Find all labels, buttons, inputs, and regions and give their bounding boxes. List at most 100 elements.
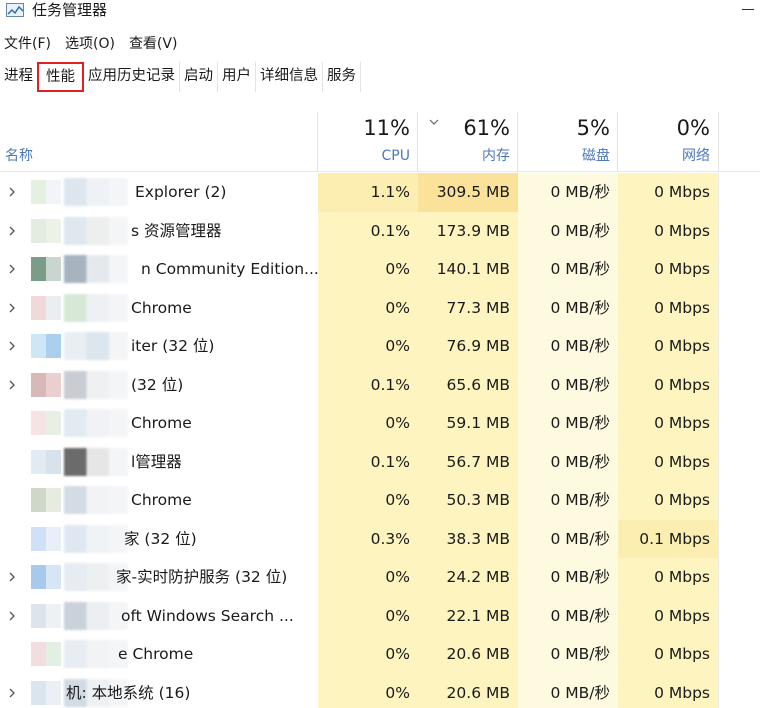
- process-row[interactable]: oft Windows Search ... 0% 22.1 MB 0 MB/秒 0 M…: [0, 596, 760, 635]
- disk-cell: 0 MB/秒: [518, 211, 618, 250]
- process-row[interactable]: 家 (32 位) 0.3% 38.3 MB 0 MB/秒 0.1 Mbps: [0, 519, 760, 558]
- process-row[interactable]: 机: 本地系统 (16) 0% 20.6 MB 0 MB/秒 0 Mbps: [0, 673, 760, 708]
- column-disk-header[interactable]: 磁盘: [518, 146, 610, 166]
- disk-cell: 0 MB/秒: [518, 519, 618, 558]
- memory-cell: 59.1 MB: [418, 404, 518, 443]
- disk-cell: 0 MB/秒: [518, 673, 618, 708]
- chevron-right-icon[interactable]: [7, 224, 17, 238]
- memory-cell: 20.6 MB: [418, 635, 518, 674]
- redacted-name-mosaic: [64, 601, 128, 630]
- column-divider: [718, 173, 719, 212]
- disk-cell: 0 MB/秒: [518, 250, 618, 289]
- cpu-cell: 1.1%: [318, 173, 418, 212]
- process-name: 机: 本地系统 (16): [66, 683, 191, 702]
- menu-view[interactable]: 查看(V): [125, 33, 182, 55]
- chevron-right-icon[interactable]: [7, 339, 17, 353]
- process-icon: [31, 411, 61, 435]
- process-name: Chrome: [131, 414, 192, 432]
- memory-cell: 50.3 MB: [418, 481, 518, 520]
- process-name: iter (32 位): [131, 337, 215, 355]
- cpu-total-percent: 11%: [363, 116, 410, 140]
- redacted-name-mosaic: [64, 332, 128, 360]
- chevron-right-icon[interactable]: [7, 686, 17, 700]
- chevron-right-icon[interactable]: [7, 301, 17, 315]
- memory-cell: 77.3 MB: [418, 288, 518, 327]
- redacted-name-mosaic: [64, 255, 128, 283]
- window-title: 任务管理器: [32, 1, 108, 19]
- process-name: Chrome: [131, 298, 192, 317]
- process-row[interactable]: Chrome 0% 50.3 MB 0 MB/秒 0 Mbps: [0, 481, 760, 520]
- minimize-button[interactable]: [732, 0, 760, 20]
- network-cell: 0 Mbps: [618, 673, 718, 708]
- chevron-right-icon[interactable]: [7, 185, 17, 199]
- column-divider: [718, 250, 719, 289]
- process-name: oft Windows Search ...: [121, 606, 294, 625]
- process-row[interactable]: 家-实时防护服务 (32 位) 0% 24.2 MB 0 MB/秒 0 Mbps: [0, 558, 760, 597]
- tab-processes[interactable]: 进程: [0, 62, 37, 92]
- process-name: Explorer (2): [135, 183, 227, 201]
- tab-performance[interactable]: 性能: [37, 62, 84, 92]
- network-total-percent: 0%: [676, 116, 710, 140]
- memory-total-percent: 61%: [463, 116, 510, 140]
- menu-file[interactable]: 文件(F): [0, 33, 55, 55]
- cpu-cell: 0.1%: [318, 442, 418, 481]
- process-icon: [31, 449, 61, 474]
- process-row[interactable]: iter (32 位) 0% 76.9 MB 0 MB/秒 0 Mbps: [0, 327, 760, 366]
- tab-users[interactable]: 用户: [218, 62, 256, 92]
- disk-cell: 0 MB/秒: [518, 365, 618, 404]
- column-cpu-header[interactable]: CPU: [318, 146, 410, 166]
- column-network-header[interactable]: 网络: [618, 146, 710, 166]
- column-divider: [718, 365, 719, 404]
- process-row[interactable]: l管理器 0.1% 56.7 MB 0 MB/秒 0 Mbps: [0, 442, 760, 481]
- tab-details[interactable]: 详细信息: [256, 62, 323, 92]
- memory-cell: 173.9 MB: [418, 211, 518, 250]
- process-icon: [31, 565, 61, 589]
- process-name: l管理器: [131, 452, 182, 471]
- chevron-right-icon[interactable]: [7, 378, 17, 392]
- process-icon: [31, 603, 61, 628]
- menu-options[interactable]: 选项(O): [61, 33, 119, 55]
- redacted-name-mosaic: [64, 293, 128, 322]
- process-row[interactable]: e Chrome 0% 20.6 MB 0 MB/秒 0 Mbps: [0, 635, 760, 674]
- process-row[interactable]: n Community Edition... 0% 140.1 MB 0 MB/秒 0 …: [0, 250, 760, 289]
- cpu-cell: 0%: [318, 673, 418, 708]
- process-icon: [31, 295, 61, 320]
- process-list: Explorer (2) 1.1% 309.5 MB 0 MB/秒 0 Mbps s 资源…: [0, 173, 760, 708]
- column-name-header[interactable]: 名称: [5, 146, 33, 166]
- tab-app-history[interactable]: 应用历史记录: [84, 62, 180, 92]
- redacted-name-mosaic: [64, 370, 128, 399]
- network-cell: 0 Mbps: [618, 635, 718, 674]
- chevron-right-icon[interactable]: [7, 609, 17, 623]
- process-row[interactable]: Chrome 0% 77.3 MB 0 MB/秒 0 Mbps: [0, 288, 760, 327]
- process-row[interactable]: s 资源管理器 0.1% 173.9 MB 0 MB/秒 0 Mbps: [0, 211, 760, 250]
- cpu-cell: 0.1%: [318, 211, 418, 250]
- column-divider[interactable]: [718, 112, 719, 172]
- network-cell: 0 Mbps: [618, 173, 718, 212]
- memory-cell: 56.7 MB: [418, 442, 518, 481]
- process-name: (32 位): [131, 375, 184, 394]
- disk-cell: 0 MB/秒: [518, 596, 618, 635]
- process-row[interactable]: Chrome 0% 59.1 MB 0 MB/秒 0 Mbps: [0, 404, 760, 443]
- task-manager-app-icon: [6, 3, 24, 17]
- tab-services[interactable]: 服务: [323, 62, 361, 92]
- disk-cell: 0 MB/秒: [518, 173, 618, 212]
- chevron-right-icon[interactable]: [7, 570, 17, 584]
- memory-cell: 76.9 MB: [418, 327, 518, 366]
- network-cell: 0 Mbps: [618, 404, 718, 443]
- title-bar: 任务管理器: [0, 0, 760, 30]
- tab-startup[interactable]: 启动: [180, 62, 218, 92]
- column-divider: [718, 519, 719, 558]
- process-row[interactable]: (32 位) 0.1% 65.6 MB 0 MB/秒 0 Mbps: [0, 365, 760, 404]
- tab-bar: 进程 性能 应用历史记录 启动 用户 详细信息 服务: [0, 62, 760, 92]
- chevron-right-icon[interactable]: [7, 262, 17, 276]
- network-cell: 0 Mbps: [618, 288, 718, 327]
- column-divider: [718, 327, 719, 366]
- column-memory-header[interactable]: 内存: [418, 146, 510, 166]
- column-divider: [718, 596, 719, 635]
- process-row[interactable]: Explorer (2) 1.1% 309.5 MB 0 MB/秒 0 Mbps: [0, 173, 760, 212]
- process-icon: [31, 180, 61, 204]
- memory-cell: 140.1 MB: [418, 250, 518, 289]
- redacted-name-mosaic: [64, 486, 128, 514]
- process-name: 家-实时防护服务 (32 位): [116, 568, 288, 586]
- menu-bar: 文件(F) 选项(O) 查看(V): [0, 33, 187, 55]
